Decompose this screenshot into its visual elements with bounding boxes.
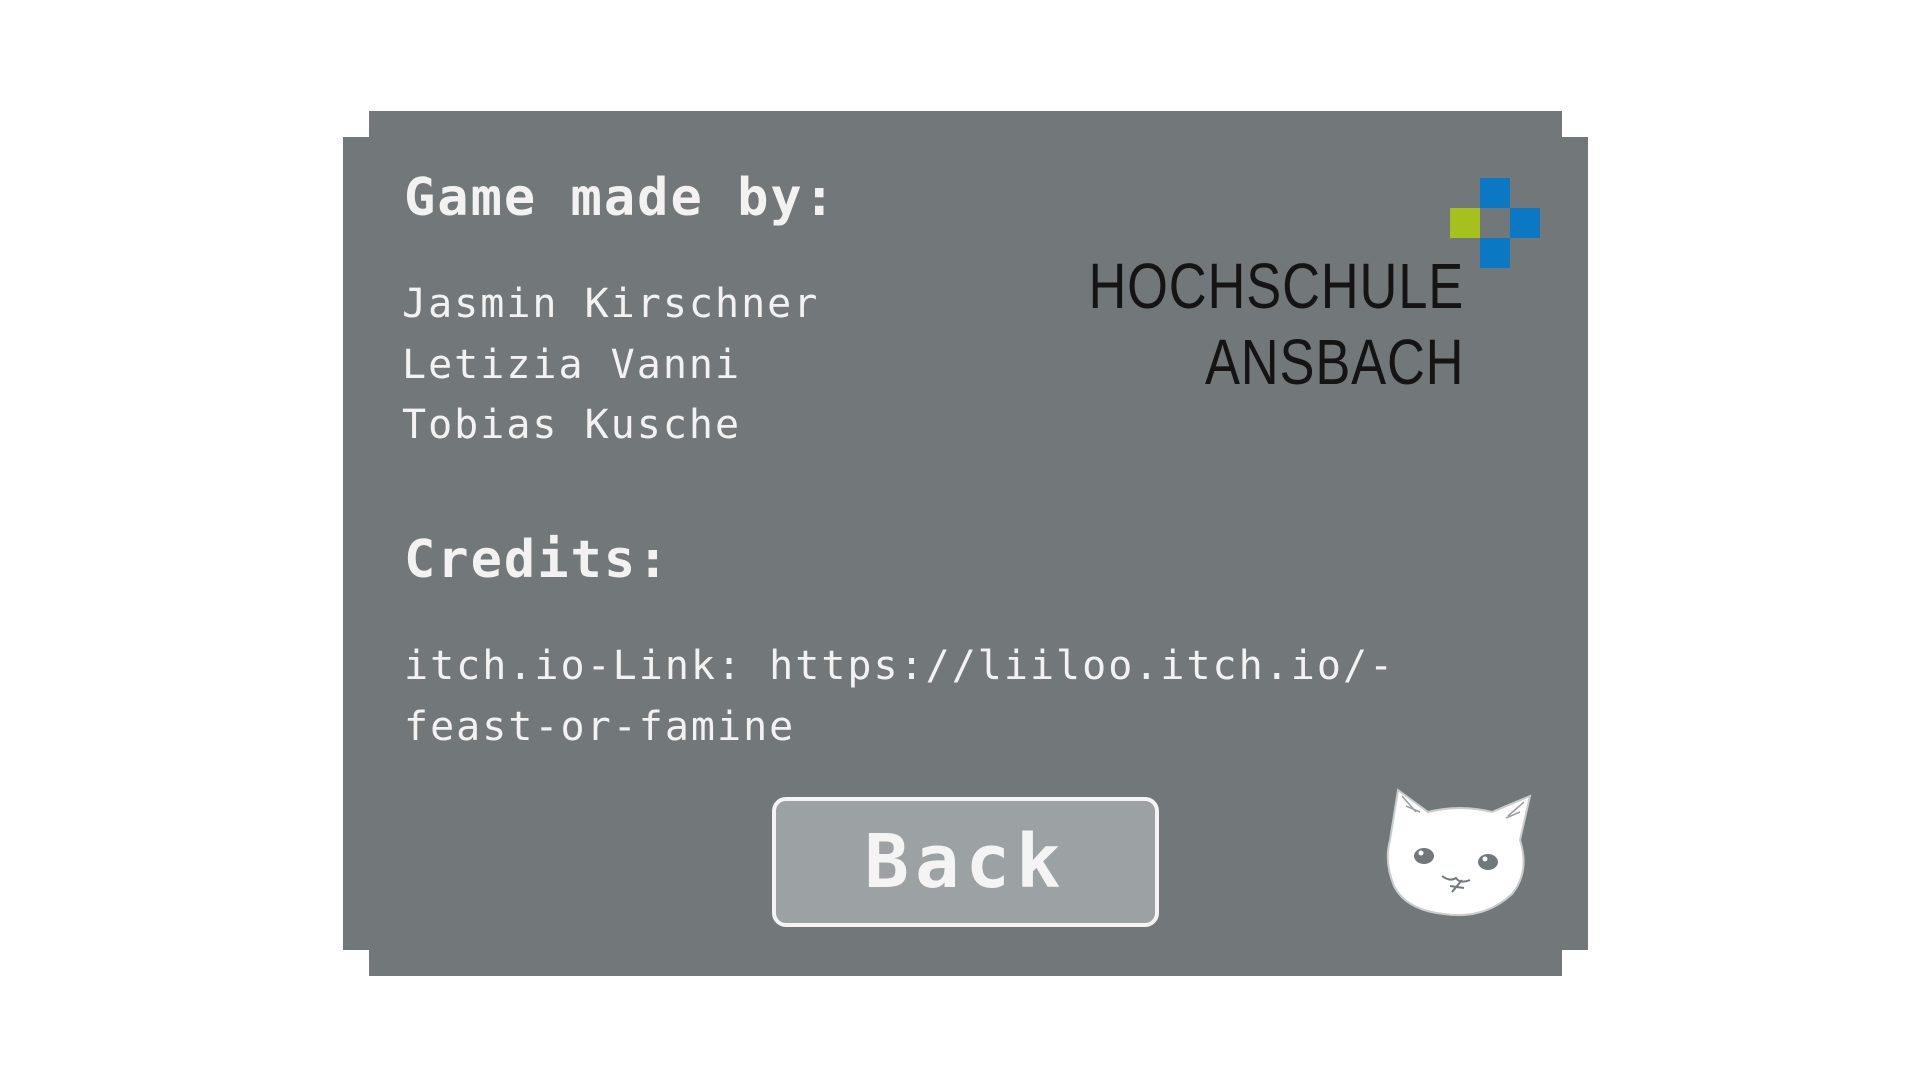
back-button[interactable]: Back bbox=[772, 797, 1159, 927]
itch-link-line-1[interactable]: itch.io-Link: https://liiloo.itch.io/- bbox=[404, 643, 1395, 689]
author-name: Jasmin Kirschner bbox=[402, 281, 820, 327]
author-name: Letizia Vanni bbox=[402, 342, 742, 388]
logo-square-blue-top bbox=[1480, 178, 1510, 208]
made-by-heading: Game made by: bbox=[404, 168, 837, 228]
credits-heading: Credits: bbox=[404, 530, 671, 590]
back-button-label: Back bbox=[864, 819, 1067, 905]
cat-face-icon bbox=[1386, 788, 1532, 917]
logo-square-blue-right bbox=[1510, 208, 1540, 238]
author-name: Tobias Kusche bbox=[402, 402, 742, 448]
logo-square-green bbox=[1450, 208, 1480, 238]
itch-link-line-2[interactable]: feast-or-famine bbox=[404, 704, 795, 750]
logo-text-line-2: ANSBACH bbox=[1204, 326, 1464, 398]
hochschule-ansbach-logo: HOCHSCHULE ANSBACH bbox=[1040, 176, 1540, 396]
logo-square-blue-bottom bbox=[1480, 238, 1510, 268]
logo-text-line-1: HOCHSCHULE bbox=[1088, 250, 1464, 322]
